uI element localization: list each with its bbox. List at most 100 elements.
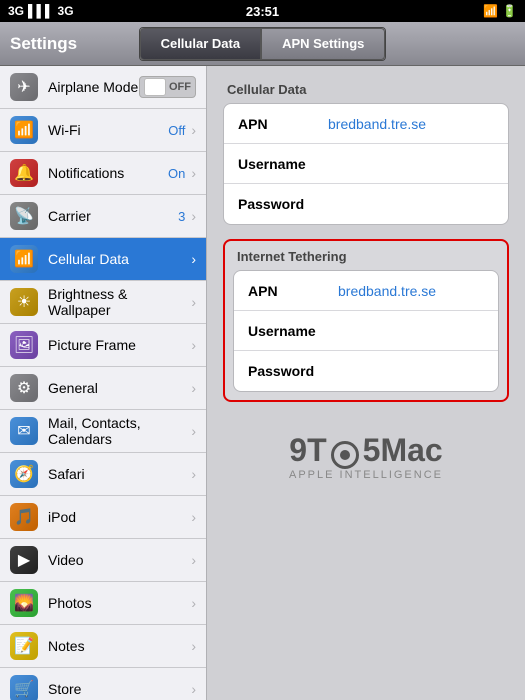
tethering-apn-value: bredband.tre.se <box>338 283 436 299</box>
nav-bar: Settings Cellular Data APN Settings <box>0 22 525 66</box>
cellular-apn-value: bredband.tre.se <box>328 116 426 132</box>
notes-icon: 📝 <box>10 632 38 660</box>
internet-tethering-title: Internet Tethering <box>233 249 499 264</box>
sidebar-label-cellular: Cellular Data <box>48 251 191 267</box>
sidebar-label-store: Store <box>48 681 191 697</box>
photos-arrow: › <box>191 595 196 611</box>
sidebar-label-airplane: Airplane Mode <box>48 79 139 95</box>
status-right: 📶 🔋 <box>483 4 517 18</box>
carrier-icon: 📡 <box>10 202 38 230</box>
notifications-value: On <box>168 166 185 181</box>
video-arrow: › <box>191 552 196 568</box>
mail-icon: ✉ <box>10 417 38 445</box>
tethering-password-row[interactable]: Password <box>234 351 498 391</box>
store-icon: 🛒 <box>10 675 38 700</box>
sidebar-item-brightness[interactable]: ☀ Brightness & Wallpaper › <box>0 281 206 324</box>
content-area: Cellular Data APN bredband.tre.se Userna… <box>207 66 525 700</box>
nav-title: Settings <box>10 34 77 54</box>
sidebar-item-airplane-mode[interactable]: ✈ Airplane Mode OFF <box>0 66 206 109</box>
sidebar-item-cellular-data[interactable]: 📶 Cellular Data › <box>0 238 206 281</box>
cellular-password-input[interactable] <box>328 196 509 212</box>
tethering-apn-row[interactable]: APN bredband.tre.se <box>234 271 498 311</box>
tethering-form: APN bredband.tre.se Username Password <box>233 270 499 392</box>
nav-tabs: Cellular Data APN Settings <box>139 27 387 61</box>
cellular-apn-label: APN <box>238 116 328 132</box>
watermark: 9T 5Mac APPLE INTELLIGENCE <box>223 432 509 481</box>
carrier-label: 3G <box>8 4 24 18</box>
status-bar: 3G ▌▌▌ 3G 23:51 📶 🔋 <box>0 0 525 22</box>
general-icon: ⚙ <box>10 374 38 402</box>
sidebar-label-notes: Notes <box>48 638 191 654</box>
carrier-value: 3 <box>178 209 185 224</box>
cellular-username-row[interactable]: Username <box>224 144 508 184</box>
sidebar-label-safari: Safari <box>48 466 191 482</box>
sidebar: ✈ Airplane Mode OFF 📶 Wi-Fi Off › 🔔 Noti… <box>0 66 207 700</box>
sidebar-item-ipod[interactable]: 🎵 iPod › <box>0 496 206 539</box>
sidebar-item-wifi[interactable]: 📶 Wi-Fi Off › <box>0 109 206 152</box>
watermark-5mac: 5Mac <box>363 432 443 469</box>
ipod-arrow: › <box>191 509 196 525</box>
wifi-status-icon: 📶 <box>483 4 498 18</box>
pictureframe-arrow: › <box>191 337 196 353</box>
sidebar-label-pictureframe: Picture Frame <box>48 337 191 353</box>
watermark-sub: APPLE INTELLIGENCE <box>223 469 509 481</box>
watermark-9to5: 9T <box>289 432 326 469</box>
sidebar-label-mail: Mail, Contacts, Calendars <box>48 415 191 447</box>
cellular-password-row[interactable]: Password <box>224 184 508 224</box>
cellular-username-input[interactable] <box>328 156 509 172</box>
internet-tethering-section: Internet Tethering APN bredband.tre.se U… <box>223 239 509 402</box>
sidebar-label-brightness: Brightness & Wallpaper <box>48 286 191 318</box>
notifications-icon: 🔔 <box>10 159 38 187</box>
video-icon: ▶ <box>10 546 38 574</box>
general-arrow: › <box>191 380 196 396</box>
sidebar-item-safari[interactable]: 🧭 Safari › <box>0 453 206 496</box>
sidebar-label-ipod: iPod <box>48 509 191 525</box>
sidebar-item-notes[interactable]: 📝 Notes › <box>0 625 206 668</box>
sidebar-label-general: General <box>48 380 191 396</box>
battery-icon: 🔋 <box>502 4 517 18</box>
sidebar-item-general[interactable]: ⚙ General › <box>0 367 206 410</box>
signal-icon: ▌▌▌ <box>28 4 54 18</box>
airplane-toggle[interactable]: OFF <box>139 76 196 98</box>
notifications-arrow: › <box>191 165 196 181</box>
cellular-username-label: Username <box>238 156 328 172</box>
mail-arrow: › <box>191 423 196 439</box>
cellular-data-title: Cellular Data <box>223 82 509 97</box>
tethering-username-label: Username <box>248 323 338 339</box>
main-layout: ✈ Airplane Mode OFF 📶 Wi-Fi Off › 🔔 Noti… <box>0 66 525 700</box>
tethering-username-row[interactable]: Username <box>234 311 498 351</box>
wifi-value: Off <box>168 123 185 138</box>
sidebar-item-mail[interactable]: ✉ Mail, Contacts, Calendars › <box>0 410 206 453</box>
wifi-icon: 📶 <box>10 116 38 144</box>
brightness-arrow: › <box>191 294 196 310</box>
tethering-username-input[interactable] <box>338 323 499 339</box>
sidebar-item-notifications[interactable]: 🔔 Notifications On › <box>0 152 206 195</box>
toggle-label: OFF <box>169 81 191 93</box>
tab-cellular-data[interactable]: Cellular Data <box>140 28 261 60</box>
sidebar-label-wifi: Wi-Fi <box>48 122 168 138</box>
sidebar-item-store[interactable]: 🛒 Store › <box>0 668 206 700</box>
network-type: 3G <box>58 4 74 18</box>
sidebar-item-video[interactable]: ▶ Video › <box>0 539 206 582</box>
sidebar-label-photos: Photos <box>48 595 191 611</box>
tab-apn-settings[interactable]: APN Settings <box>261 28 385 60</box>
toggle-knob <box>144 78 166 96</box>
tethering-password-input[interactable] <box>338 363 499 379</box>
tethering-apn-label: APN <box>248 283 338 299</box>
brightness-icon: ☀ <box>10 288 38 316</box>
cellular-arrow: › <box>191 251 196 267</box>
sidebar-item-picture-frame[interactable]: 🖼 Picture Frame › <box>0 324 206 367</box>
status-time: 23:51 <box>246 4 279 19</box>
wifi-arrow: › <box>191 122 196 138</box>
cellular-apn-row[interactable]: APN bredband.tre.se <box>224 104 508 144</box>
notes-arrow: › <box>191 638 196 654</box>
status-left: 3G ▌▌▌ 3G <box>8 4 74 18</box>
sidebar-item-carrier[interactable]: 📡 Carrier 3 › <box>0 195 206 238</box>
carrier-arrow: › <box>191 208 196 224</box>
safari-icon: 🧭 <box>10 460 38 488</box>
pictureframe-icon: 🖼 <box>10 331 38 359</box>
sidebar-item-photos[interactable]: 🌄 Photos › <box>0 582 206 625</box>
safari-arrow: › <box>191 466 196 482</box>
sidebar-label-video: Video <box>48 552 191 568</box>
cellular-password-label: Password <box>238 196 328 212</box>
